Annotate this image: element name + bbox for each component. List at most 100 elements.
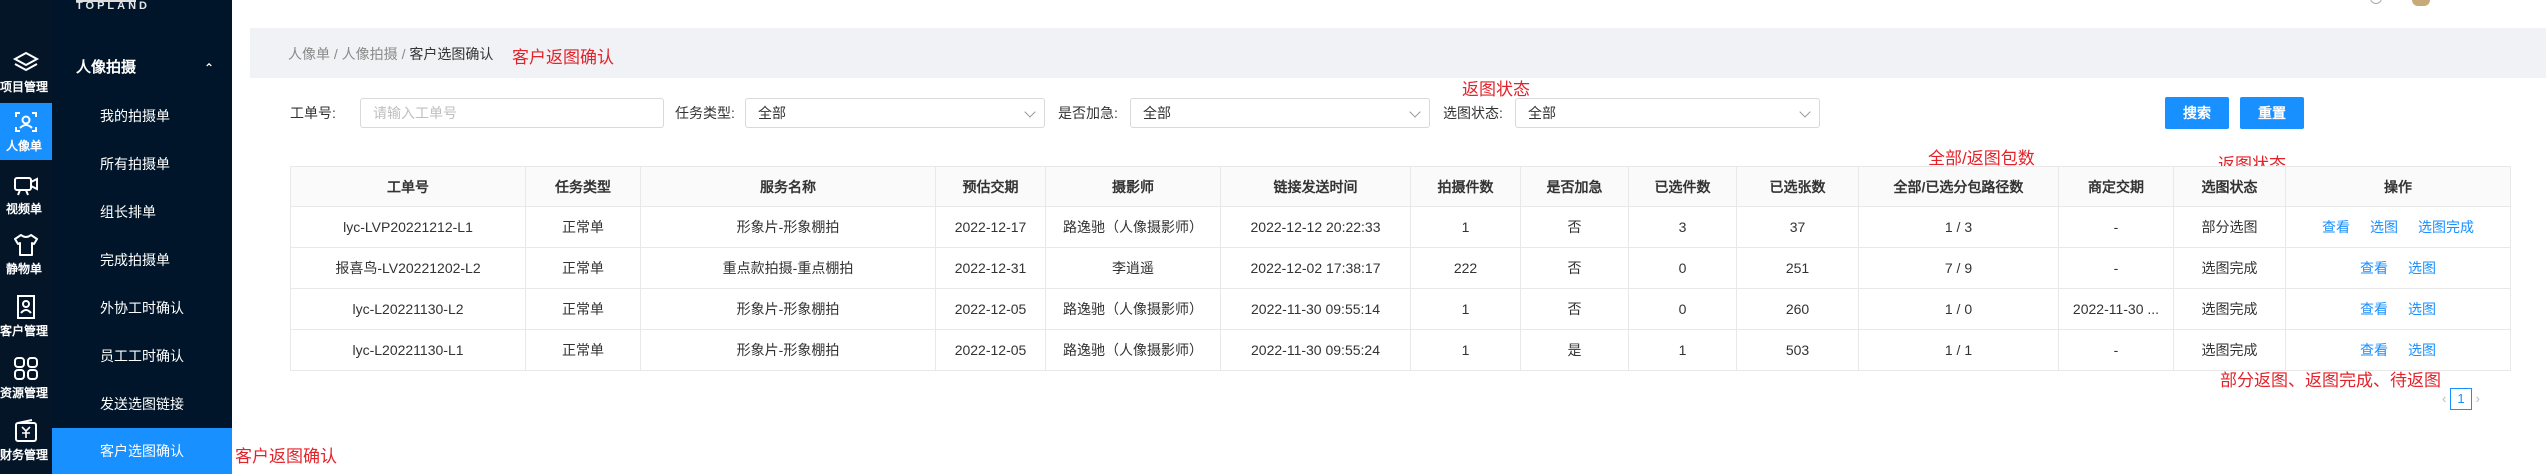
rail-item-portrait[interactable]: 人像单 [0,103,52,160]
bell-icon[interactable] [2370,0,2382,4]
chevron-down-icon [1409,106,1421,118]
select-status-value: 全部 [1528,105,1556,121]
table-cell: lyc-L20221130-L2 [290,288,526,330]
table-cell: 1 / 1 [1858,329,2059,371]
video-camera-icon [14,177,38,196]
menu-annotation: 客户返图确认 [235,447,337,466]
table-row: lyc-LVP20221212-L1 正常单 形象片-形象棚拍 2022-12-17 路… [290,206,2511,248]
select-status-select[interactable]: 全部 [1515,98,1820,128]
task-type-value: 全部 [758,105,786,121]
rail-item-video[interactable]: 视频单 [0,166,52,222]
row-action-link[interactable]: 选图 [2370,219,2398,235]
task-type-select[interactable]: 全部 [745,98,1045,128]
submenu-item-completed[interactable]: 完成拍摄单 [52,236,232,284]
row-action-link[interactable]: 选图 [2408,260,2436,276]
table-cell: 37 [1736,206,1859,248]
next-page-button[interactable]: › [2476,391,2480,406]
breadcrumb-separator: / [333,46,338,62]
rail-label: 静物单 [5,262,42,276]
table-cell: 形象片-形象棚拍 [640,206,936,248]
table-cell: 2022-12-31 [935,247,1046,289]
table-cell: 1 / 0 [1858,288,2059,330]
rail-item-resource[interactable]: 资源管理 [0,350,52,406]
submenu-item-my-orders[interactable]: 我的拍摄单 [52,92,232,140]
table-cell: 否 [1520,247,1629,289]
urgent-select[interactable]: 全部 [1130,98,1430,128]
app-root: 项目管理 人像单 视频单 静物单 客户管理 资源管理 财务管理 人像拍摄 ⌃ 我… [0,0,2546,474]
row-action-link[interactable]: 查看 [2360,301,2388,317]
breadcrumb-item[interactable]: 人像拍摄 [342,46,398,62]
table-cell: 否 [1520,206,1629,248]
table-cell: 是 [1520,329,1629,371]
column-header: 摄影师 [1045,166,1221,207]
rail-item-finance[interactable]: 财务管理 [0,412,52,468]
urgent-value: 全部 [1143,105,1171,121]
actions-cell: 查看 选图 [2285,247,2511,289]
column-header: 服务名称 [640,166,936,207]
row-action-link[interactable]: 选图 [2408,301,2436,317]
rail-label: 财务管理 [0,448,48,462]
table-cell: - [2058,247,2174,289]
table-cell: 路逸驰（人像摄影师） [1045,206,1221,248]
column-header: 是否加急 [1520,166,1629,207]
row-action-link[interactable]: 选图完成 [2418,219,2474,235]
table-cell: 503 [1736,329,1859,371]
breadcrumb-bar: 人像单 / 人像拍摄 / 客户选图确认 客户返图确认 [250,28,2546,78]
table-cell: 路逸驰（人像摄影师） [1045,288,1221,330]
orders-table: 工单号 任务类型 服务名称 预估交期 摄影师 链接发送时间 拍摄件数 是否加急 已选件数 已选张数… [290,166,2511,371]
rail-item-project[interactable]: 项目管理 [0,44,52,100]
row-action-link[interactable]: 选图 [2408,342,2436,358]
table-cell: 2022-12-12 20:22:33 [1220,206,1411,248]
table-cell: lyc-L20221130-L1 [290,329,526,371]
table-header-row: 工单号 任务类型 服务名称 预估交期 摄影师 链接发送时间 拍摄件数 是否加急 已选件数 已选张数… [290,166,2511,207]
table-cell: 重点款拍摄-重点棚拍 [640,247,936,289]
reset-button[interactable]: 重置 [2240,97,2304,129]
rail-item-still[interactable]: 静物单 [0,226,52,282]
row-action-link[interactable]: 查看 [2322,219,2350,235]
order-no-input[interactable]: 请输入工单号 [360,98,664,128]
table-cell: 3 [1628,206,1737,248]
submenu-header[interactable]: 人像拍摄 ⌃ [52,48,232,88]
table-cell: 1 [1410,329,1521,371]
breadcrumb-current: 客户选图确认 [409,46,494,62]
row-action-link[interactable]: 查看 [2360,342,2388,358]
table-cell: 正常单 [525,329,641,371]
table-cell: 路逸驰（人像摄影师） [1045,329,1221,371]
status-annotation-top: 返图状态 [1462,80,1530,99]
submenu-title: 人像拍摄 [76,59,137,76]
table-cell: 2022-11-30 ... [2058,288,2174,330]
submenu-item-send-link[interactable]: 发送选图链接 [52,380,232,428]
pagination: ‹ 1 › [2442,388,2480,410]
rail-item-customer[interactable]: 客户管理 [0,288,52,344]
submenu-item-outsource-hours[interactable]: 外协工时确认 [52,284,232,332]
column-header: 工单号 [290,166,526,207]
table-body: lyc-LVP20221212-L1 正常单 形象片-形象棚拍 2022-12-17 路… [290,206,2511,371]
actions-cell: 查看 选图 [2285,329,2511,371]
layers-icon [12,51,40,72]
chevron-down-icon [1024,106,1036,118]
column-header: 任务类型 [525,166,641,207]
row-action-link[interactable]: 查看 [2360,260,2388,276]
page-number[interactable]: 1 [2449,388,2472,410]
submenu-item-all-orders[interactable]: 所有拍摄单 [52,140,232,188]
submenu-item-customer-confirm[interactable]: 客户选图确认 [52,428,232,474]
search-button[interactable]: 搜索 [2165,97,2229,129]
table-cell: 正常单 [525,288,641,330]
table-row: 报喜鸟-LV20221202-L2 正常单 重点款拍摄-重点棚拍 2022-12-31… [290,247,2511,289]
avatar[interactable] [2412,0,2430,6]
prev-page-button[interactable]: ‹ [2442,391,2446,406]
table-cell: 正常单 [525,206,641,248]
submenu-item-team-schedule[interactable]: 组长排单 [52,188,232,236]
icon-rail: 项目管理 人像单 视频单 静物单 客户管理 资源管理 财务管理 [0,0,52,474]
table-cell: 报喜鸟-LV20221202-L2 [290,247,526,289]
column-header: 全部/已选分包路径数 [1858,166,2059,207]
rail-label: 资源管理 [0,386,48,400]
yen-wallet-icon [15,419,37,442]
table-cell: 0 [1628,288,1737,330]
table-row: lyc-L20221130-L2 正常单 形象片-形象棚拍 2022-12-05 路逸驰… [290,288,2511,330]
submenu-item-staff-hours[interactable]: 员工工时确认 [52,332,232,380]
table-cell: 1 [1410,206,1521,248]
table-cell: 部分选图 [2173,206,2286,248]
table-cell: 0 [1628,247,1737,289]
breadcrumb-item[interactable]: 人像单 [288,46,330,62]
